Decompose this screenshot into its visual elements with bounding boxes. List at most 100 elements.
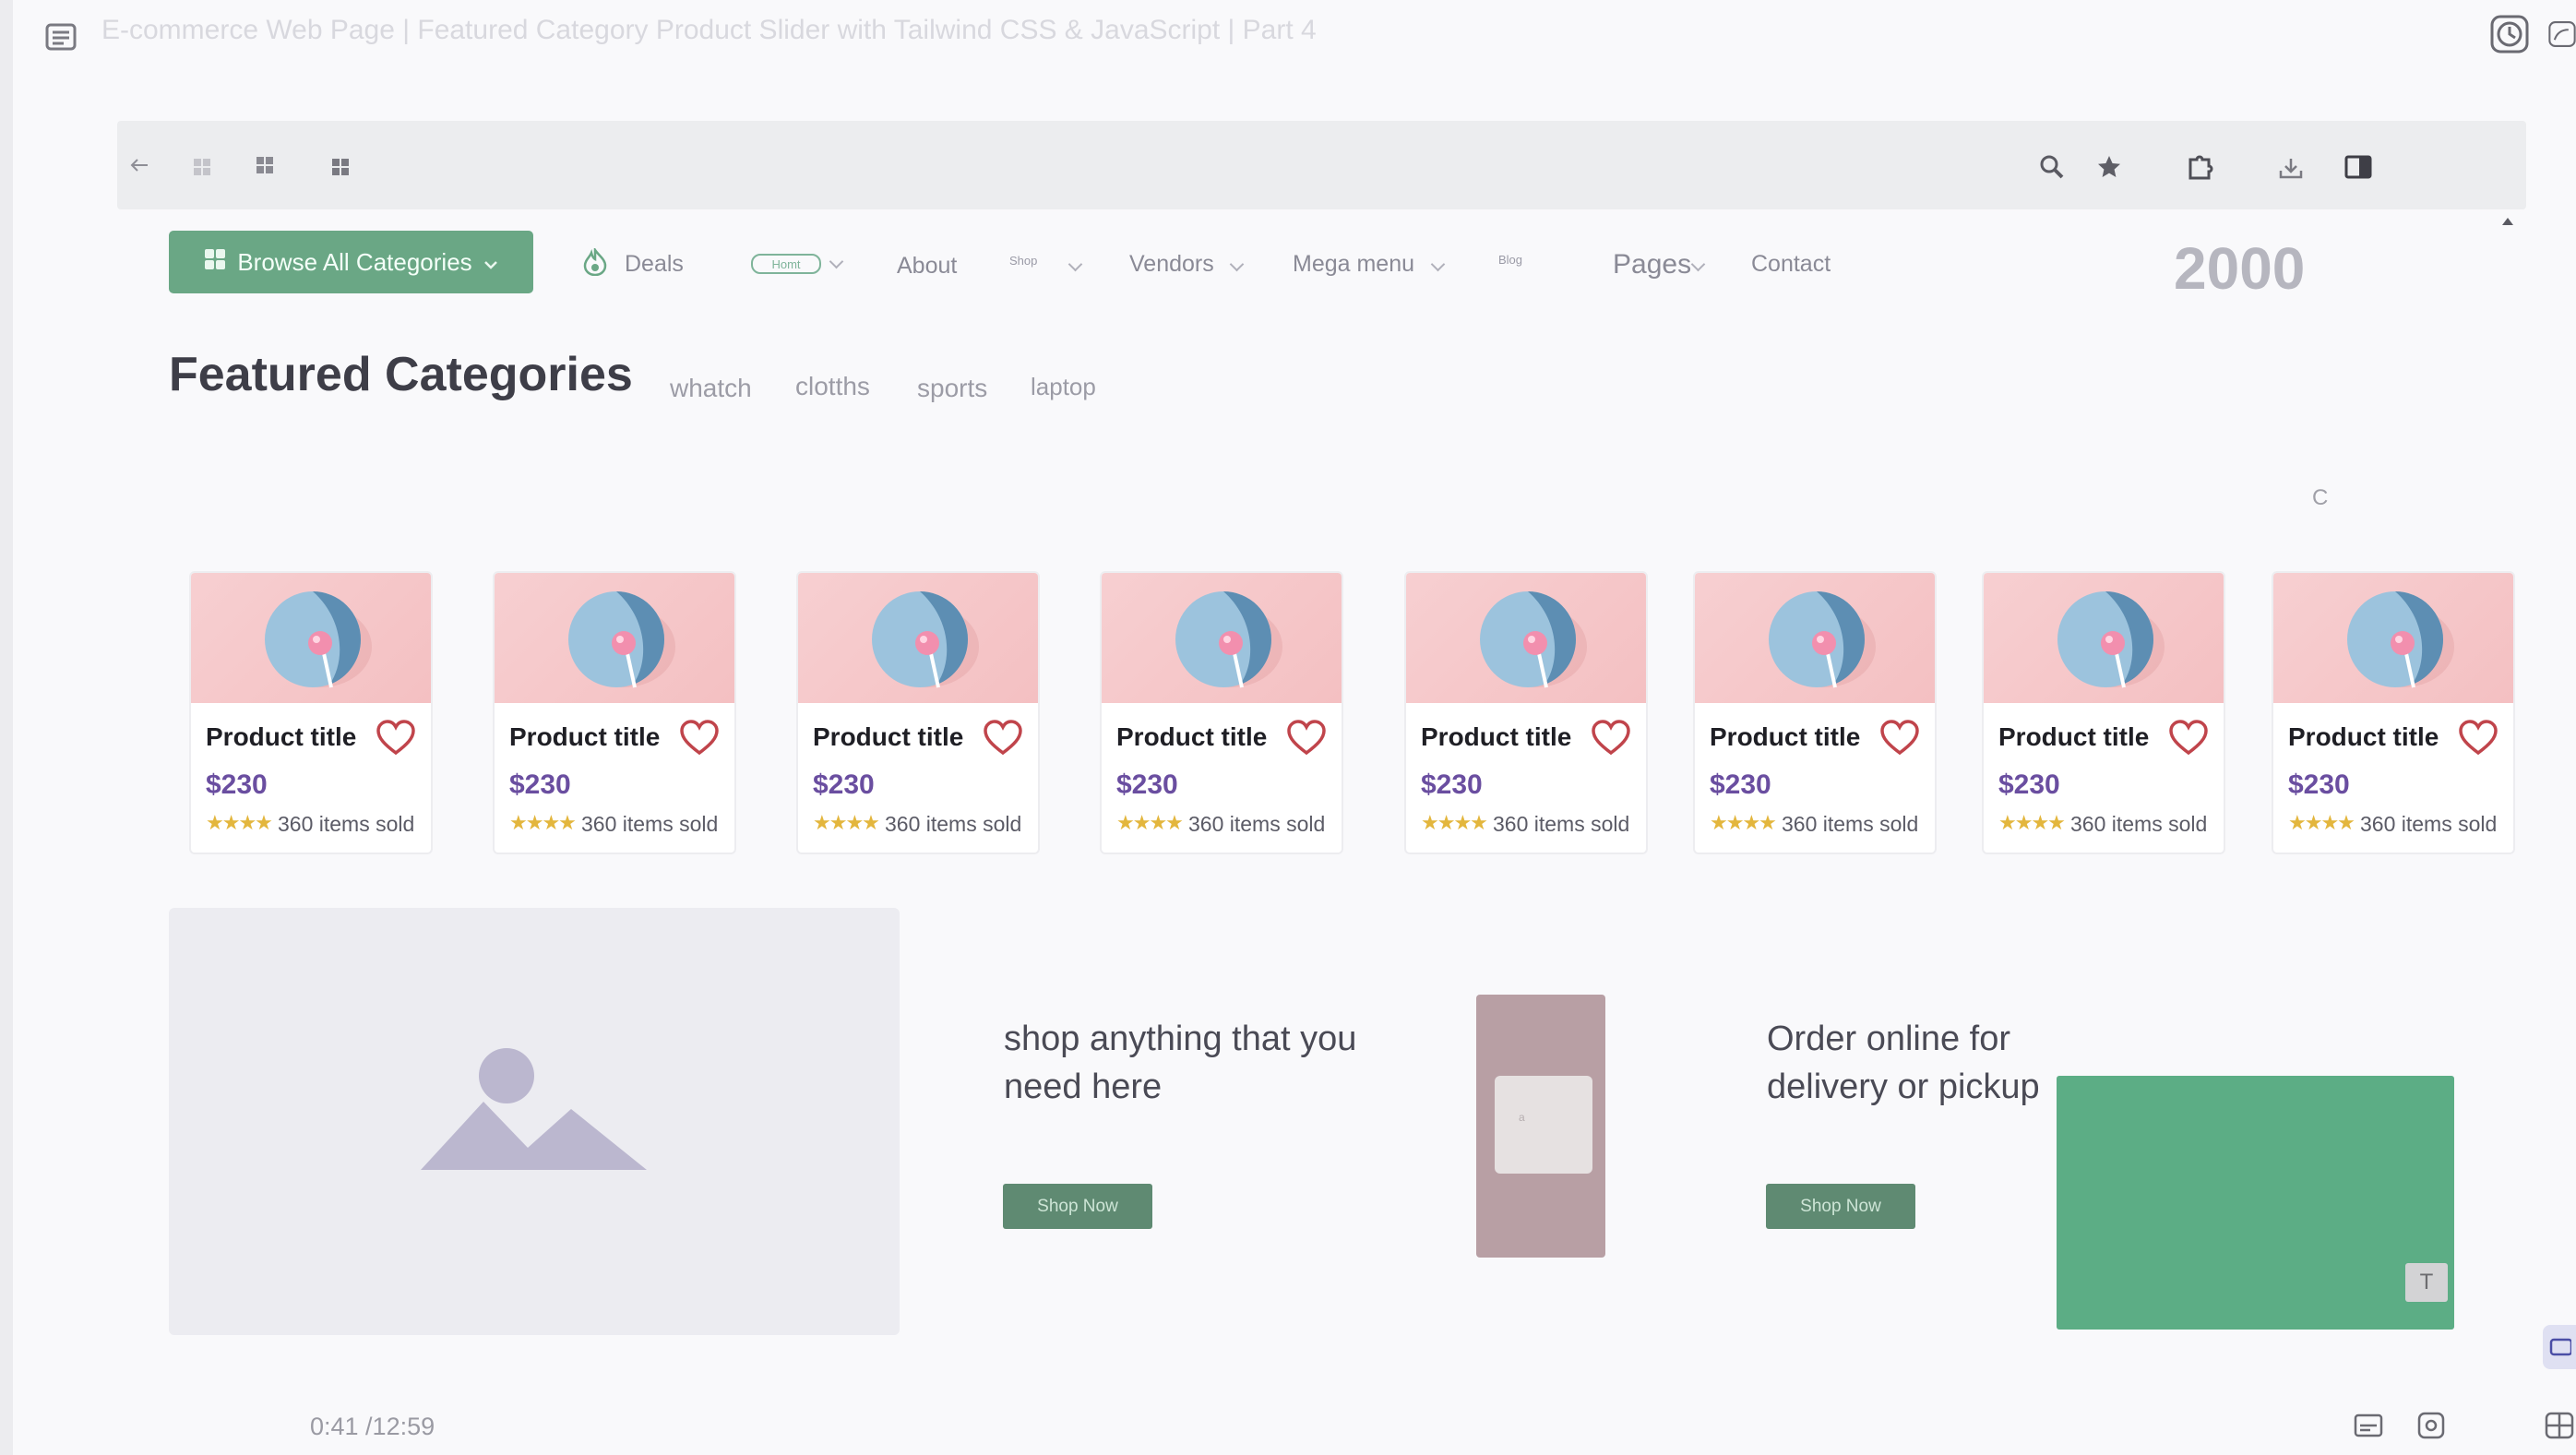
banner-text-2: Order online for delivery or pickup: [1767, 1020, 2040, 1107]
heart-icon[interactable]: [679, 719, 720, 760]
product-title[interactable]: Product title: [1998, 722, 2149, 752]
tab-laptop[interactable]: laptop: [1031, 373, 1096, 401]
product-price: $230: [1998, 769, 2060, 800]
rating-stars: ★★★★: [206, 811, 273, 834]
zoom-icon[interactable]: [2038, 153, 2066, 181]
nav-shop[interactable]: Shop: [1009, 254, 1037, 268]
grid-icon[interactable]: [191, 156, 213, 178]
product-image: [798, 573, 1038, 703]
heart-icon[interactable]: [1879, 719, 1920, 760]
product-image: [2273, 573, 2513, 703]
nav-mega-menu[interactable]: Mega menu: [1293, 251, 1414, 278]
shop-now-button-2[interactable]: Shop Now: [1766, 1184, 1915, 1229]
heart-icon[interactable]: [983, 719, 1023, 760]
items-sold: 360 items sold: [1188, 812, 1326, 836]
heart-icon[interactable]: [376, 719, 416, 760]
nav-vendors[interactable]: Vendors: [1129, 251, 1214, 278]
items-sold: 360 items sold: [581, 812, 719, 836]
product-price: $230: [1421, 769, 1483, 800]
product-price: $230: [1710, 769, 1771, 800]
section-title: Featured Categories: [169, 348, 633, 401]
product-price: $230: [206, 769, 268, 800]
nav-pages[interactable]: Pages: [1613, 249, 1691, 280]
rating-stars: ★★★★: [1421, 811, 1488, 834]
nav-homt-pill[interactable]: Homt: [751, 254, 821, 274]
green-banner-block: T: [2057, 1076, 2454, 1330]
star-icon[interactable]: [2094, 153, 2124, 181]
grid-icon[interactable]: [254, 154, 276, 176]
product-card[interactable]: Product title $230 ★★★★ 360 items sold: [493, 571, 736, 854]
product-title[interactable]: Product title: [1116, 722, 1267, 752]
settings-icon[interactable]: [2415, 1410, 2447, 1441]
chevron-down-icon: [1229, 256, 1245, 272]
download-icon[interactable]: [2277, 154, 2305, 182]
tab-clotths[interactable]: clotths: [795, 372, 870, 401]
pink-product-block: a: [1476, 995, 1605, 1258]
browser-toolbar: [117, 121, 2526, 209]
product-card[interactable]: Product title $230 ★★★★ 360 items sold: [2272, 571, 2515, 854]
nav-about[interactable]: About: [897, 253, 957, 280]
product-price: $230: [2288, 769, 2350, 800]
product-card[interactable]: Product title $230 ★★★★ 360 items sold: [1693, 571, 1937, 854]
t-badge[interactable]: T: [2405, 1263, 2448, 1302]
grid-icon[interactable]: [329, 156, 352, 178]
items-sold: 360 items sold: [1782, 812, 1919, 836]
product-card[interactable]: Product title $230 ★★★★ 360 items sold: [796, 571, 1040, 854]
product-image: [1984, 573, 2224, 703]
rating-stars: ★★★★: [1998, 811, 2066, 834]
captions-icon[interactable]: [2353, 1412, 2384, 1439]
product-title[interactable]: Product title: [1421, 722, 1571, 752]
product-image: [1102, 573, 1342, 703]
grid-icon: [204, 248, 226, 277]
product-image: [495, 573, 734, 703]
chevron-down-icon: [1690, 256, 1706, 272]
browse-categories-button[interactable]: Browse All Categories: [169, 231, 533, 293]
chevron-down-icon: [483, 248, 498, 277]
clock-icon[interactable]: [2489, 14, 2530, 54]
extensions-icon[interactable]: [2183, 150, 2216, 184]
product-title[interactable]: Product title: [206, 722, 356, 752]
big-number: 2000: [2174, 235, 2306, 302]
rating-stars: ★★★★: [1116, 811, 1184, 834]
product-card[interactable]: Product title $230 ★★★★ 360 items sold: [189, 571, 433, 854]
sidebar-icon[interactable]: [2343, 153, 2373, 181]
product-card[interactable]: Product title $230 ★★★★ 360 items sold: [1404, 571, 1648, 854]
nav-contact[interactable]: Contact: [1751, 251, 1831, 278]
product-price: $230: [813, 769, 875, 800]
chevron-down-icon: [1430, 256, 1446, 272]
chevron-down-icon: [1067, 256, 1083, 272]
rating-stars: ★★★★: [1710, 811, 1777, 834]
items-sold: 360 items sold: [2070, 812, 2208, 836]
product-title[interactable]: Product title: [509, 722, 660, 752]
product-title[interactable]: Product title: [813, 722, 963, 752]
heart-icon[interactable]: [1286, 719, 1327, 760]
product-card[interactable]: Product title $230 ★★★★ 360 items sold: [1982, 571, 2225, 854]
product-card[interactable]: Product title $230 ★★★★ 360 items sold: [1100, 571, 1343, 854]
rating-stars: ★★★★: [509, 811, 577, 834]
heart-icon[interactable]: [2168, 719, 2209, 760]
image-placeholder-icon: [421, 1048, 647, 1170]
items-sold: 360 items sold: [2360, 812, 2498, 836]
chevron-down-icon: [829, 254, 844, 269]
heart-icon[interactable]: [2458, 719, 2498, 760]
back-arrow-icon[interactable]: [128, 154, 150, 176]
share-icon[interactable]: [2548, 15, 2576, 54]
scroll-up-icon[interactable]: [2500, 216, 2515, 227]
product-title[interactable]: Product title: [1710, 722, 1860, 752]
heart-icon[interactable]: [1591, 719, 1631, 760]
product-image: [191, 573, 431, 703]
product-title[interactable]: Product title: [2288, 722, 2439, 752]
nav-deals[interactable]: Deals: [625, 251, 684, 278]
product-image: [1406, 573, 1646, 703]
tab-sports[interactable]: sports: [917, 374, 987, 403]
shop-now-button-1[interactable]: Shop Now: [1003, 1184, 1152, 1229]
banner-text-1: shop anything that you need here: [1004, 1020, 1357, 1107]
tab-whatch[interactable]: whatch: [670, 374, 752, 403]
stray-text: C: [2312, 485, 2329, 510]
nav-blog[interactable]: Blog: [1498, 253, 1522, 267]
fullscreen-icon[interactable]: [2543, 1410, 2576, 1441]
menu-icon[interactable]: [44, 20, 78, 54]
chat-widget-icon[interactable]: [2543, 1325, 2576, 1369]
items-sold: 360 items sold: [278, 812, 415, 836]
browse-label: Browse All Categories: [237, 247, 472, 276]
